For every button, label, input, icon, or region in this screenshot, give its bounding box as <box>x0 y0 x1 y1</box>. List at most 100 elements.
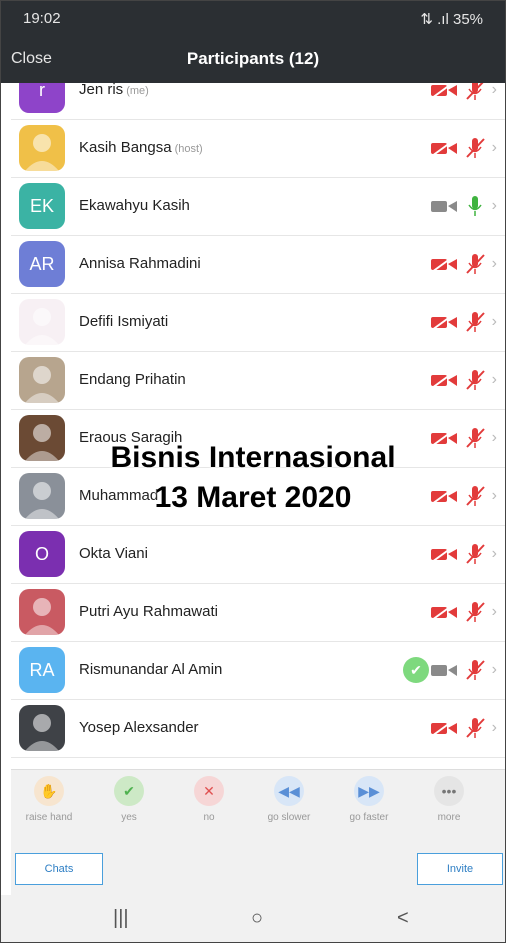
participant-row[interactable]: RA Rismunandar Al Amin ✔ › <box>11 641 505 700</box>
participant-status-icons: › <box>430 717 497 739</box>
video-off-icon <box>430 313 457 331</box>
participant-avatar: O <box>19 531 65 577</box>
participant-row[interactable]: r Jen ris (me) › <box>11 83 505 120</box>
more-icon: ••• <box>434 776 464 806</box>
reaction-label: no <box>203 812 215 823</box>
go-faster-button[interactable]: ▶▶ go faster <box>339 776 399 823</box>
avatar-photo-icon <box>25 598 59 635</box>
video-off-icon <box>430 603 457 621</box>
participant-name-text: Yosep Alexsander <box>79 719 199 736</box>
mic-muted-icon <box>465 138 485 158</box>
participant-name-text: Okta Viani <box>79 545 148 562</box>
video-off-icon <box>430 139 457 157</box>
chevron-right-icon: › <box>491 255 497 272</box>
participant-name-text: Annisa Rahmadini <box>79 255 201 272</box>
participant-avatar: AR <box>19 241 65 287</box>
reaction-label: go faster <box>349 812 389 823</box>
mic-muted-icon <box>465 83 484 100</box>
participant-name: Ekawahyu Kasih <box>79 197 190 214</box>
video-on-icon <box>430 665 457 676</box>
raise-hand-button[interactable]: ✋ raise hand <box>19 776 79 823</box>
reaction-label: more <box>437 812 461 823</box>
video-on-icon <box>430 201 457 212</box>
participant-status-icons: › <box>430 311 497 333</box>
reaction-bar: ✋ raise hand ✔ yes ✕ no ◀◀ go slower ▶▶ go faster… <box>11 769 505 840</box>
android-nav-bar: ||| ○ < <box>1 895 505 942</box>
participant-row[interactable]: Yosep Alexsander › <box>11 699 505 758</box>
video-off-icon <box>430 719 457 737</box>
yes-reaction-icon: ✔ <box>403 657 429 683</box>
mic-muted-icon <box>465 312 485 332</box>
recents-icon[interactable]: ||| <box>113 907 129 930</box>
go-slower-button[interactable]: ◀◀ go slower <box>259 776 319 823</box>
participant-name-text: Defifi Ismiyati <box>79 313 169 330</box>
mic-muted-icon <box>465 544 485 564</box>
mic-muted-icon <box>465 660 485 680</box>
participant-avatar: EK <box>19 183 65 229</box>
participant-row[interactable]: EK Ekawahyu Kasih › <box>11 177 505 236</box>
chevron-right-icon: › <box>491 661 497 678</box>
no-button[interactable]: ✕ no <box>179 776 239 823</box>
avatar-initials: AR <box>29 253 55 274</box>
participant-row[interactable]: Defifi Ismiyati › <box>11 293 505 352</box>
participant-status-icons: › <box>430 659 497 681</box>
phone-screen: 19:02 ⇅ .ıl 35% Close Participants (12) … <box>0 0 506 943</box>
avatar-initials: RA <box>29 659 55 680</box>
mic-muted-icon <box>465 718 485 738</box>
participant-name: Annisa Rahmadini <box>79 255 201 272</box>
participant-status-icons: › <box>430 543 497 565</box>
video-off-icon <box>430 255 457 273</box>
avatar-photo-icon <box>25 366 59 403</box>
reaction-label: raise hand <box>25 812 73 823</box>
participant-name-text: Jen ris <box>79 83 124 98</box>
invite-button[interactable]: Invite <box>417 853 503 885</box>
mic-on-icon <box>468 196 482 216</box>
participant-name-text: Rismunandar Al Amin <box>79 661 223 678</box>
yes-button[interactable]: ✔ yes <box>99 776 159 823</box>
chevron-right-icon: › <box>491 603 497 620</box>
avatar-initials: EK <box>29 195 54 216</box>
video-off-icon <box>430 545 457 563</box>
avatar-initials: r <box>39 83 45 100</box>
participant-list: r Jen ris (me) › Kasih Bangsa (host) › EK Ekawah… <box>11 83 505 769</box>
participant-name-text: Putri Ayu Rahmawati <box>79 603 218 620</box>
participant-avatar: r <box>19 83 65 113</box>
participant-row[interactable]: Endang Prihatin › <box>11 351 505 410</box>
chevron-right-icon: › <box>491 313 497 330</box>
participant-name: Okta Viani <box>79 545 148 562</box>
participants-header: Close Participants (12) <box>1 37 505 83</box>
overlay-caption-title: Bisnis Internasional <box>110 441 396 474</box>
participant-row[interactable]: O Okta Viani › <box>11 525 505 584</box>
chats-button[interactable]: Chats <box>15 853 103 885</box>
participant-status-icons: › <box>430 137 497 159</box>
go-slower-icon: ◀◀ <box>274 776 304 806</box>
video-off-icon <box>430 83 457 99</box>
chevron-right-icon: › <box>491 545 497 562</box>
participant-status-icons: › <box>430 195 497 217</box>
back-icon[interactable]: < <box>397 907 409 930</box>
chevron-right-icon: › <box>491 83 497 98</box>
participant-avatar <box>19 357 65 403</box>
participant-avatar <box>19 589 65 635</box>
status-time: 19:02 <box>23 10 61 27</box>
participant-row[interactable]: AR Annisa Rahmadini › <box>11 235 505 294</box>
avatar-photo-icon <box>25 714 59 751</box>
participant-row[interactable]: Kasih Bangsa (host) › <box>11 119 505 178</box>
go-faster-icon: ▶▶ <box>354 776 384 806</box>
avatar-initials: O <box>34 543 49 564</box>
raise-hand-icon: ✋ <box>34 776 64 806</box>
button-bar: Chats Invite <box>11 839 505 895</box>
participant-avatar <box>19 299 65 345</box>
participant-role-tag: (me) <box>126 85 149 97</box>
mic-muted-icon <box>465 254 485 274</box>
participant-status-icons: › <box>430 83 497 101</box>
mic-muted-icon <box>465 602 485 622</box>
participant-status-icons: › <box>430 253 497 275</box>
participant-role-tag: (host) <box>174 143 203 155</box>
home-icon[interactable]: ○ <box>251 907 263 930</box>
participant-row[interactable]: Putri Ayu Rahmawati › <box>11 583 505 642</box>
chevron-right-icon: › <box>491 371 497 388</box>
more-button[interactable]: ••• more <box>419 776 479 823</box>
participant-avatar <box>19 705 65 751</box>
avatar-photo-icon <box>25 134 59 171</box>
